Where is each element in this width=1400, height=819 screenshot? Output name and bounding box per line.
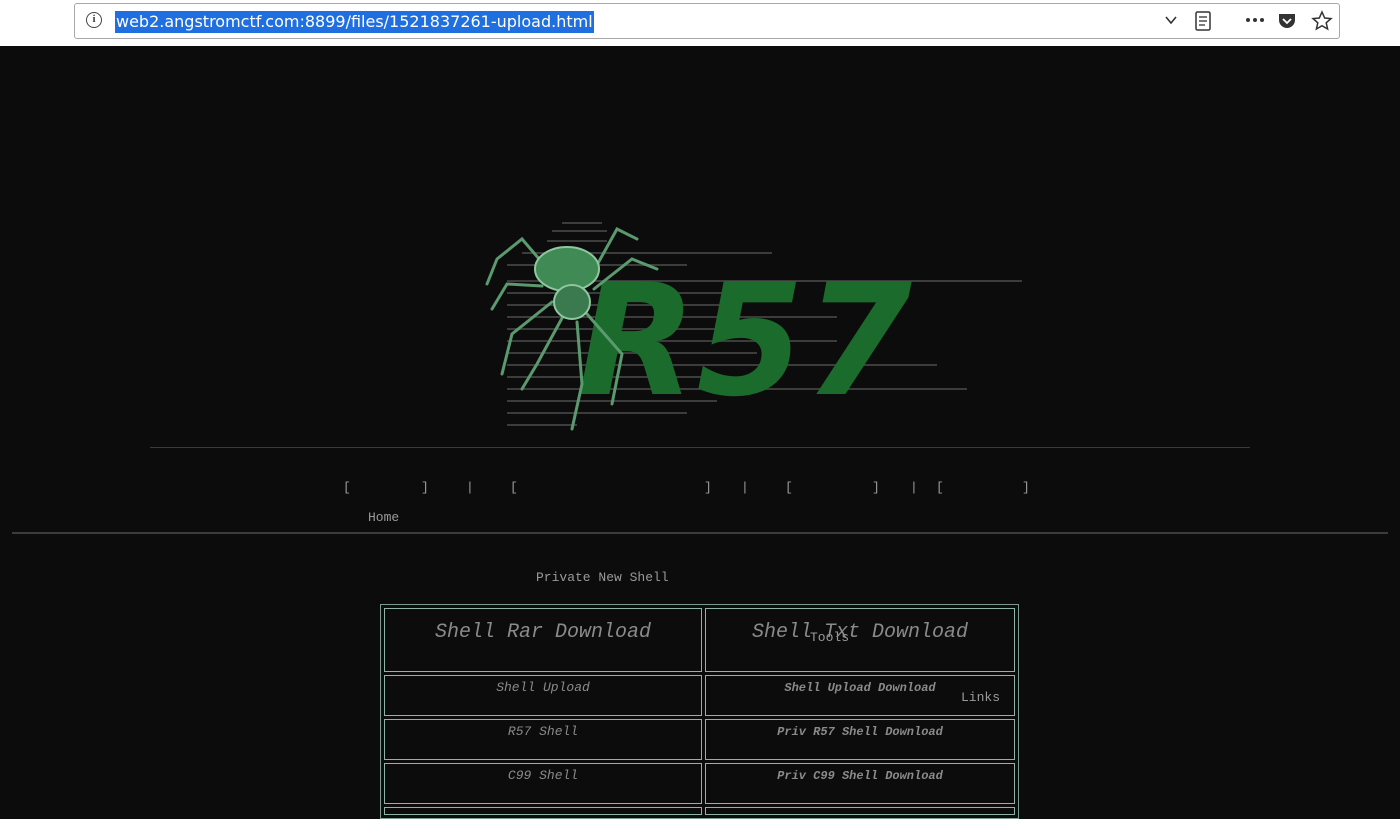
spider-body xyxy=(534,246,600,292)
main-nav: [ Home ] | [ Private New Shell ] | [ Too… xyxy=(0,480,1400,705)
shell-name: C99 Shell xyxy=(384,763,702,804)
chevron-down-icon[interactable] xyxy=(1161,10,1181,30)
nav-bracket: ] xyxy=(704,480,712,495)
table-row-partial xyxy=(384,807,1015,815)
url-text[interactable]: web2.angstromctf.com:8899/files/15218372… xyxy=(115,11,594,33)
nav-separator: | xyxy=(466,480,474,495)
nav-separator: | xyxy=(910,480,918,495)
divider-main xyxy=(12,532,1388,534)
nav-home[interactable]: Home xyxy=(368,510,399,525)
logo-text: R57 xyxy=(577,250,912,431)
reader-view-icon[interactable] xyxy=(1193,10,1213,32)
nav-bracket: ] xyxy=(1022,480,1030,495)
shell-name: R57 Shell xyxy=(384,719,702,760)
download-table: Shell Rar Download Shell Txt Download Sh… xyxy=(380,604,1019,819)
pocket-icon[interactable] xyxy=(1276,10,1298,32)
address-bar[interactable]: i web2.angstromctf.com:8899/files/152183… xyxy=(74,3,1340,39)
info-icon[interactable]: i xyxy=(86,12,102,28)
more-icon[interactable] xyxy=(1243,10,1267,30)
nav-private-new-shell[interactable]: Private New Shell xyxy=(536,570,669,585)
table-header-row: Shell Rar Download Shell Txt Download xyxy=(384,608,1015,672)
nav-bracket: [ xyxy=(936,480,944,495)
divider-top xyxy=(150,447,1250,448)
table-row: C99 Shell Priv C99 Shell Download xyxy=(384,763,1015,804)
bookmark-star-icon[interactable] xyxy=(1310,9,1334,33)
nav-bracket: ] xyxy=(421,480,429,495)
table-cell xyxy=(705,807,1015,815)
table-row: R57 Shell Priv R57 Shell Download xyxy=(384,719,1015,760)
nav-bracket: [ xyxy=(785,480,793,495)
download-link[interactable]: Priv R57 Shell Download xyxy=(705,719,1015,760)
download-link[interactable]: Priv C99 Shell Download xyxy=(705,763,1015,804)
download-link[interactable]: Shell Upload Download xyxy=(705,675,1015,716)
nav-bracket: [ xyxy=(510,480,518,495)
table-cell xyxy=(384,807,702,815)
nav-bracket: [ xyxy=(343,480,351,495)
nav-bracket: ] xyxy=(872,480,880,495)
browser-toolbar: i web2.angstromctf.com:8899/files/152183… xyxy=(0,0,1400,47)
r57-spider-logo: R57 xyxy=(485,222,1022,431)
header-rar: Shell Rar Download xyxy=(384,608,702,672)
spider-head xyxy=(553,284,591,320)
table-row: Shell Upload Shell Upload Download xyxy=(384,675,1015,716)
page-content: R57 [ Home ] | [ Private New Shell ] | [… xyxy=(0,46,1400,819)
shell-name: Shell Upload xyxy=(384,675,702,716)
nav-separator: | xyxy=(741,480,749,495)
header-txt: Shell Txt Download xyxy=(705,608,1015,672)
